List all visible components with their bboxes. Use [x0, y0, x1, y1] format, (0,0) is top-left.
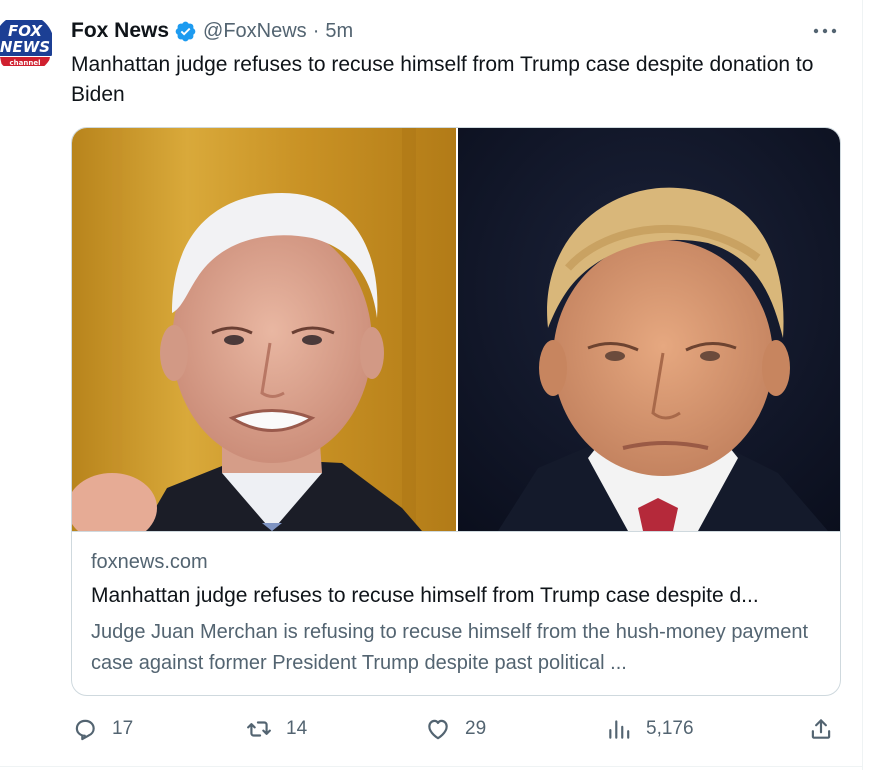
photo-left	[72, 128, 456, 531]
photo-right	[458, 128, 840, 531]
retweet-icon	[247, 721, 271, 737]
reply-button[interactable]: 17	[72, 712, 133, 746]
card-image[interactable]	[72, 128, 840, 532]
views-button[interactable]: 5,176	[606, 712, 694, 746]
tweet-text: Manhattan judge refuses to recuse himsel…	[71, 53, 814, 106]
more-dots-icon[interactable]	[808, 20, 842, 42]
retweet-count: 14	[286, 718, 308, 739]
share-icon	[811, 719, 831, 739]
verified-badge-icon[interactable]	[174, 20, 197, 43]
views-chart-icon	[609, 720, 630, 739]
like-count: 29	[465, 718, 487, 739]
share-button[interactable]	[808, 712, 834, 746]
link-preview-card[interactable]: foxnews.com Manhattan judge refuses to r…	[71, 127, 841, 696]
card-title: Manhattan judge refuses to recuse himsel…	[91, 584, 759, 607]
timestamp[interactable]: 5m	[325, 20, 353, 43]
like-button[interactable]: 29	[425, 712, 486, 746]
logo-text-bottom: channel	[10, 59, 41, 67]
heart-icon	[428, 719, 448, 740]
avatar[interactable]: FOX NEWS channel	[0, 14, 54, 74]
reply-icon	[75, 719, 95, 741]
card-domain: foxnews.com	[91, 551, 208, 573]
reply-count: 17	[112, 718, 134, 739]
logo-text-mid: NEWS	[0, 38, 50, 56]
separator-dot: ·	[312, 19, 320, 42]
fox-news-logo: FOX NEWS channel	[0, 14, 54, 74]
tweet-header: Fox News @FoxNews · 5m	[71, 18, 353, 44]
author-name[interactable]: Fox News	[71, 19, 169, 43]
tweet-separator	[0, 766, 862, 767]
timeline-border	[862, 0, 863, 770]
card-description: Judge Juan Merchan is refusing to recuse…	[91, 621, 809, 674]
views-count: 5,176	[646, 718, 694, 739]
author-handle[interactable]: @FoxNews	[203, 20, 307, 43]
retweet-button[interactable]: 14	[246, 712, 307, 746]
